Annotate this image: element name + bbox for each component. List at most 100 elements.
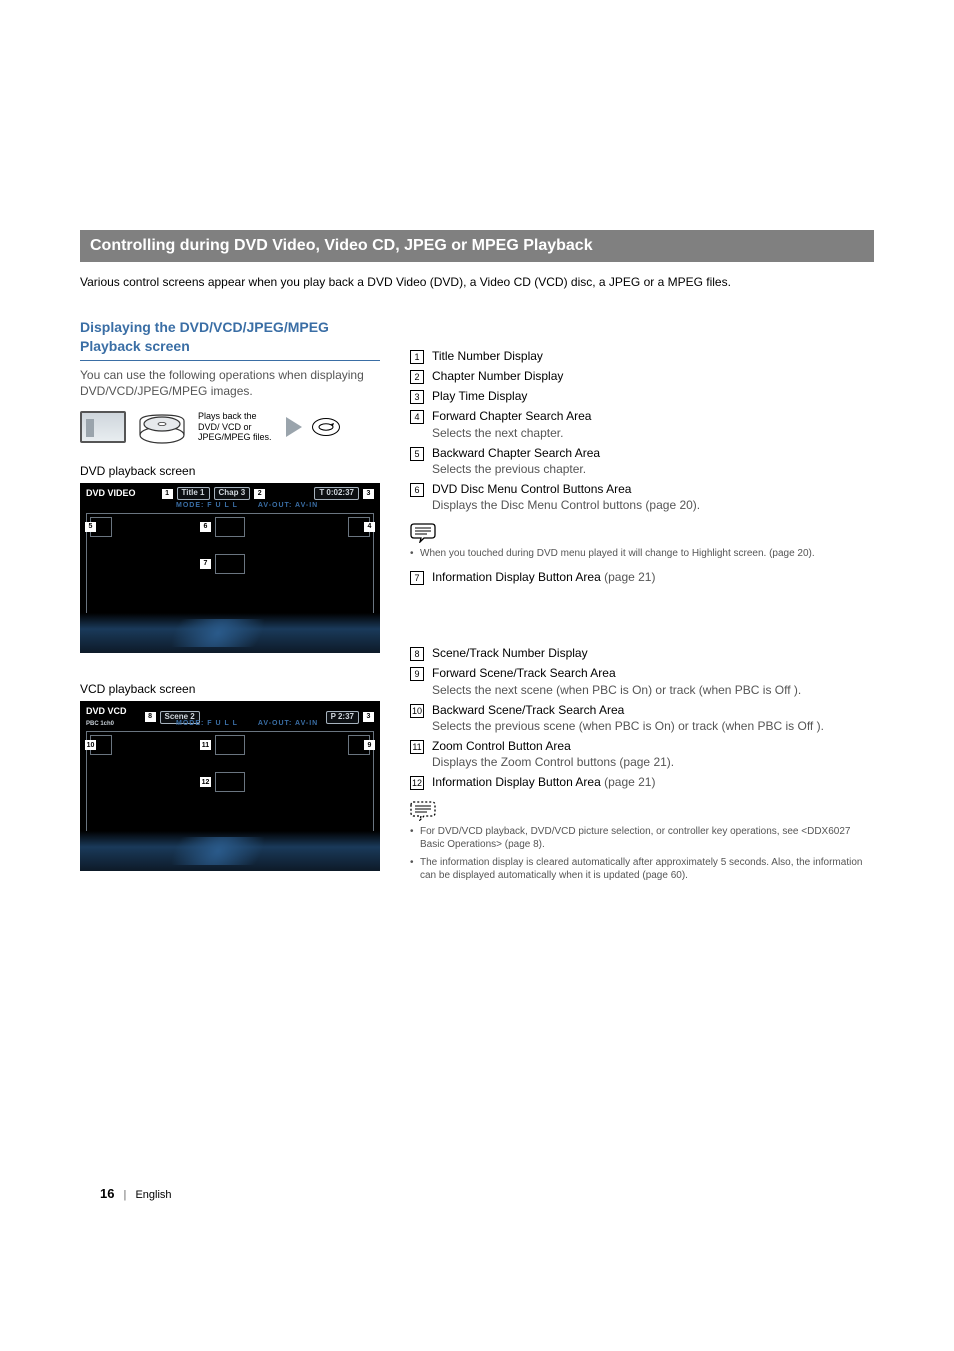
definition-body: Information Display Button Area (page 21… [432, 774, 874, 790]
definition-body: Zoom Control Button AreaDisplays the Zoo… [432, 738, 874, 770]
definition-body: Title Number Display [432, 348, 874, 364]
definition-number-box: 2 [410, 370, 424, 384]
definition-item: 11 Zoom Control Button AreaDisplays the Z… [410, 738, 874, 770]
dvd-time-pill: T 0:02:37 [314, 487, 359, 500]
definition-body: Chapter Number Display [432, 368, 874, 384]
definition-title: Information Display Button Area [432, 570, 601, 584]
definition-number-box: 4 [410, 410, 424, 424]
page-number: 16 [100, 1186, 114, 1201]
note-icon-dashed [410, 801, 436, 821]
definition-number-box: 10 [410, 704, 424, 718]
dvd-source-label: DVD VIDEO [86, 487, 136, 499]
dvd-touch-frame[interactable]: 5 6 7 4 [86, 513, 374, 623]
definition-subtext: Displays the Disc Menu Control buttons (… [432, 498, 700, 512]
definition-number-box: 3 [410, 390, 424, 404]
vcd-playback-screen: DVD VCD PBC 1ch0 8 Scene 2 P 2:37 3 MODE… [80, 701, 380, 871]
definition-body: Information Display Button Area (page 21… [432, 569, 874, 585]
vcd-art-decor [80, 831, 380, 871]
dvd-art-decor [80, 613, 380, 653]
dvd-screen-label: DVD playback screen [80, 463, 380, 479]
vcd-avout-label: AV-OUT: AV-IN [258, 719, 318, 728]
definition-item: 1 Title Number Display [410, 348, 874, 364]
definition-item: 4 Forward Chapter Search AreaSelects the … [410, 408, 874, 440]
definition-number-box: 1 [410, 350, 424, 364]
callout-10: 10 [85, 740, 96, 750]
media-caption: Plays back the DVD/ VCD or JPEG/MPEG fil… [198, 411, 276, 443]
definition-item: 12 Information Display Button Area (page … [410, 774, 874, 790]
definition-number-box: 6 [410, 483, 424, 497]
intro-text: Various control screens appear when you … [80, 274, 874, 290]
definition-item: 9 Forward Scene/Track Search Area Selects … [410, 665, 874, 697]
vcd-definitions-list: 8 Scene/Track Number Display 9 Forward Scen… [410, 645, 874, 791]
definition-body: Forward Scene/Track Search Area Selects t… [432, 665, 874, 697]
definition-title: Chapter Number Display [432, 369, 563, 383]
dvd-playback-screen: DVD VIDEO 1 Title 1 Chap 3 2 T 0:02:37 3… [80, 483, 380, 653]
definition-subtext: Selects the next scene (when PBC is On) … [432, 683, 801, 697]
definition-body: Scene/Track Number Display [432, 645, 874, 661]
dvd-menu-area[interactable] [215, 517, 245, 537]
callout-2: 2 [254, 489, 265, 499]
definition-item: 6 DVD Disc Menu Control Buttons Area Displ… [410, 481, 874, 513]
dvd-mode-label: MODE: F U L L [176, 501, 238, 510]
note-item: When you touched during DVD menu played … [410, 547, 874, 561]
definition-title: Play Time Display [432, 389, 527, 403]
note-item: The information display is cleared autom… [410, 856, 874, 883]
definition-number-box: 5 [410, 447, 424, 461]
definition-item: 3 Play Time Display [410, 388, 874, 404]
definition-title: DVD Disc Menu Control Buttons Area [432, 482, 631, 496]
arrow-right-icon [286, 417, 302, 437]
definition-body: Forward Chapter Search AreaSelects the n… [432, 408, 874, 440]
definition-subtext: Selects the previous scene (when PBC is … [432, 719, 824, 733]
vcd-zoom-area[interactable] [215, 735, 245, 755]
vcd-note-list: For DVD/VCD playback, DVD/VCD picture se… [410, 825, 874, 883]
callout-5: 5 [85, 522, 96, 532]
definition-tail: (page 21) [601, 775, 656, 789]
definition-tail: (page 21) [601, 570, 656, 584]
note-item: For DVD/VCD playback, DVD/VCD picture se… [410, 825, 874, 852]
dvd-definitions-list: 1 Title Number Display 2 Chapter Number Dis… [410, 348, 874, 514]
definition-title: Backward Chapter Search Area [432, 446, 600, 460]
definition-body: Play Time Display [432, 388, 874, 404]
vcd-source-label: DVD VCD [86, 706, 127, 716]
definition-number-box: 11 [410, 740, 424, 754]
dvd-info-area[interactable] [215, 554, 245, 574]
disc-spin-icon [312, 418, 340, 436]
dvd-definitions-tail: 7Information Display Button Area (page 2… [410, 569, 874, 585]
definition-title: Title Number Display [432, 349, 543, 363]
callout-6: 6 [200, 522, 211, 532]
definition-body: Backward Scene/Track Search Area Selects … [432, 702, 874, 734]
callout-3: 3 [363, 489, 374, 499]
definition-body: Backward Chapter Search AreaSelects the … [432, 445, 874, 477]
definition-number-box: 8 [410, 647, 424, 661]
dvd-note-list: When you touched during DVD menu played … [410, 547, 874, 561]
panel-description: You can use the following operations whe… [80, 367, 380, 399]
media-flow-row: Plays back the DVD/ VCD or JPEG/MPEG fil… [80, 409, 380, 445]
definition-body: DVD Disc Menu Control Buttons Area Displa… [432, 481, 874, 513]
callout-1: 1 [162, 489, 173, 499]
callout-4: 4 [364, 522, 375, 532]
definition-title: Backward Scene/Track Search Area [432, 703, 624, 717]
definition-title: Information Display Button Area [432, 775, 601, 789]
dvd-chapter-pill: Chap 3 [214, 487, 251, 500]
callout-7: 7 [200, 559, 211, 569]
disc-tray-icon [136, 409, 188, 445]
definition-title: Forward Scene/Track Search Area [432, 666, 616, 680]
definition-item: 7Information Display Button Area (page 2… [410, 569, 874, 585]
definition-title: Zoom Control Button Area [432, 739, 571, 753]
dvd-avout-label: AV-OUT: AV-IN [258, 501, 318, 510]
definition-title: Forward Chapter Search Area [432, 409, 591, 423]
definition-number-box: 12 [410, 776, 424, 790]
definition-item: 5 Backward Chapter Search AreaSelects the… [410, 445, 874, 477]
callout-12: 12 [200, 777, 211, 787]
panel-title: Displaying the DVD/VCD/JPEG/MPEG Playbac… [80, 318, 380, 361]
dvd-title-pill: Title 1 [177, 487, 210, 500]
page-footer: 16 | English [100, 1185, 172, 1203]
vcd-touch-frame[interactable]: 10 11 12 9 [86, 731, 374, 841]
vcd-info-area[interactable] [215, 772, 245, 792]
definition-item: 2 Chapter Number Display [410, 368, 874, 384]
definition-number-box: 9 [410, 667, 424, 681]
callout-11: 11 [200, 740, 211, 750]
vcd-sub-label: PBC 1ch0 [86, 721, 114, 727]
footer-language: English [135, 1189, 171, 1201]
footer-separator: | [124, 1189, 127, 1201]
